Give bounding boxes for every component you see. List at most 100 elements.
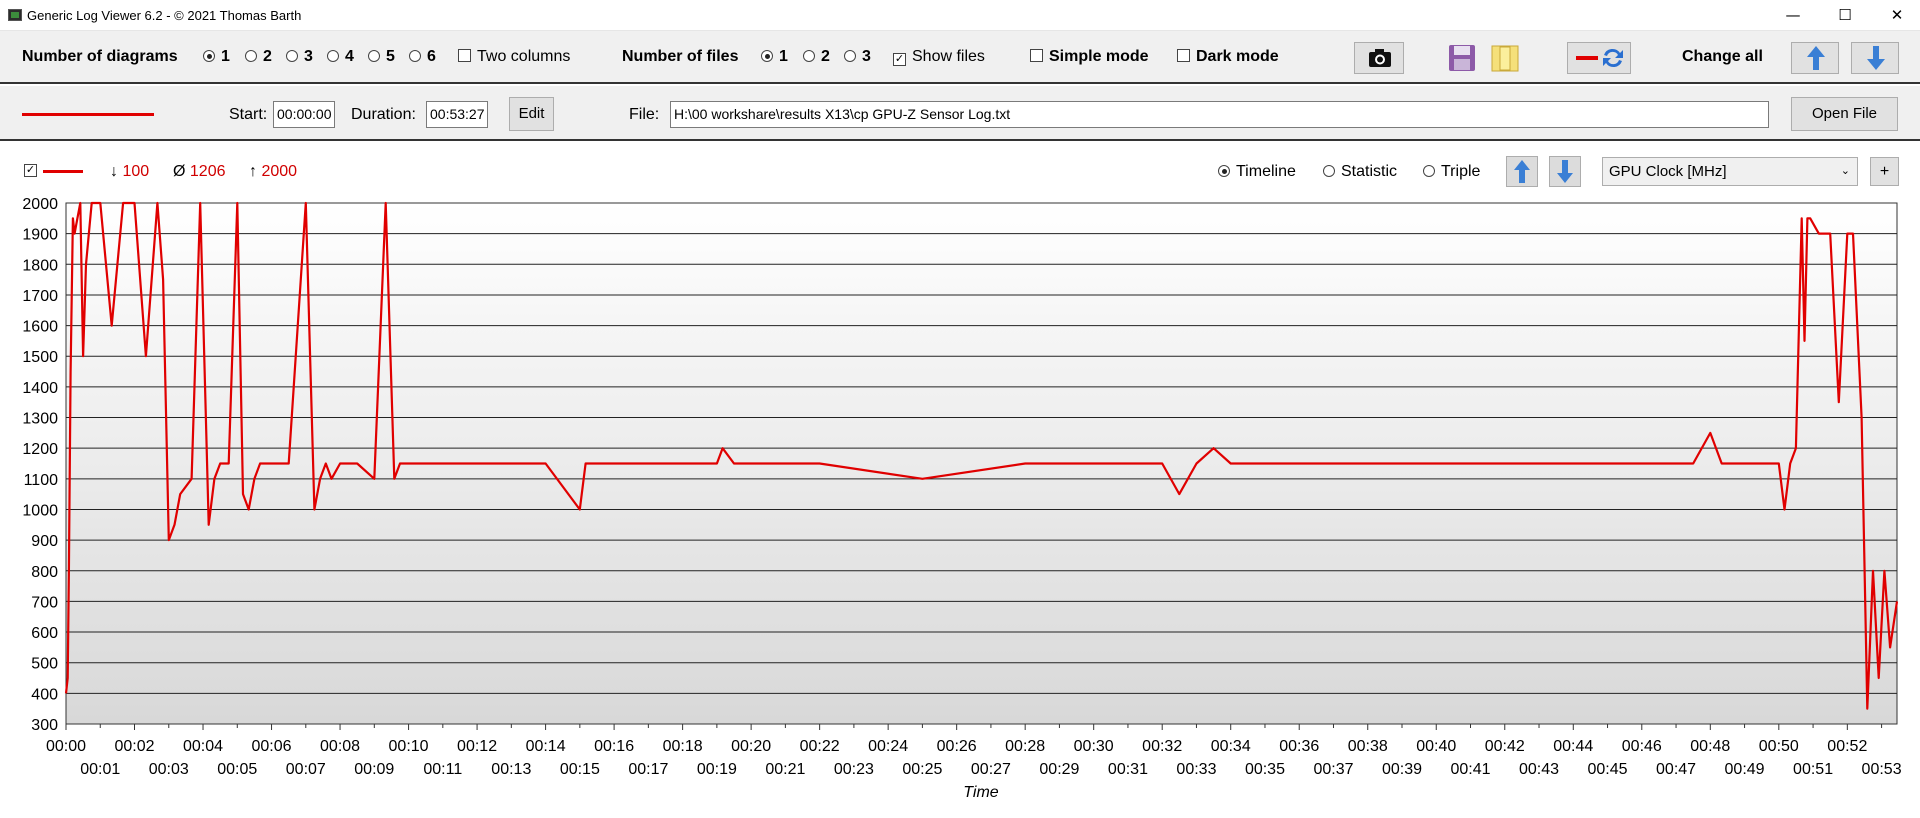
x-tick-label: 00:23 xyxy=(834,761,874,778)
y-tick-label: 900 xyxy=(31,533,58,550)
y-tick-label: 300 xyxy=(31,717,58,734)
minimize-button[interactable]: — xyxy=(1770,0,1816,31)
file-option-3[interactable]: 3 xyxy=(844,48,871,66)
x-tick-label: 00:32 xyxy=(1142,738,1182,755)
x-tick-label: 00:29 xyxy=(1039,761,1079,778)
screenshot-button[interactable] xyxy=(1354,42,1404,74)
move-up-button[interactable] xyxy=(1506,156,1538,187)
gpu-clock-series-line xyxy=(64,201,1899,710)
add-diagram-button[interactable]: + xyxy=(1870,157,1899,186)
sensor-select[interactable]: GPU Clock [MHz] ⌄ xyxy=(1602,157,1858,186)
radio-icon xyxy=(1423,165,1435,177)
y-tick-label: 1000 xyxy=(22,502,58,519)
arrow-up-icon xyxy=(1514,160,1530,183)
x-tick-label: 00:00 xyxy=(46,738,86,755)
x-tick-label: 00:11 xyxy=(423,761,462,778)
min-stat: ↓ 100 xyxy=(110,163,150,180)
x-tick-label: 00:41 xyxy=(1450,761,1490,778)
checkbox-icon xyxy=(1030,49,1043,62)
diagram-option-3[interactable]: 3 xyxy=(286,48,313,66)
close-button[interactable]: ✕ xyxy=(1874,0,1920,31)
x-tick-label: 00:46 xyxy=(1622,738,1662,755)
y-tick-label: 1500 xyxy=(22,349,58,366)
mode-statistic[interactable]: Statistic xyxy=(1323,163,1397,181)
open-file-button[interactable]: Open File xyxy=(1791,97,1898,131)
series-visible-checkbox[interactable]: ✓ xyxy=(24,164,37,177)
x-tick-label: 00:06 xyxy=(252,738,292,755)
x-tick-label: 00:22 xyxy=(800,738,840,755)
dark-mode-checkbox[interactable]: Dark mode xyxy=(1177,48,1279,66)
series-color-swatch[interactable] xyxy=(22,113,154,116)
x-tick-label: 00:52 xyxy=(1827,738,1867,755)
x-tick-label: 00:26 xyxy=(937,738,977,755)
radio-icon xyxy=(1323,165,1335,177)
file-path-input[interactable]: H:\00 workshare\results X13\cp GPU-Z Sen… xyxy=(670,101,1769,128)
move-up-all-button[interactable] xyxy=(1791,42,1839,74)
x-tick-label: 00:36 xyxy=(1279,738,1319,755)
radio-icon xyxy=(286,50,298,62)
mode-timeline[interactable]: Timeline xyxy=(1218,163,1296,181)
diagram-option-4[interactable]: 4 xyxy=(327,48,354,66)
file-option-1[interactable]: 1 xyxy=(761,48,788,66)
x-tick-label: 00:30 xyxy=(1074,738,1114,755)
y-tick-label: 1400 xyxy=(22,380,58,397)
y-tick-label: 1600 xyxy=(22,319,58,336)
diagram-option-5[interactable]: 5 xyxy=(368,48,395,66)
checkmark-icon: ✓ xyxy=(893,53,906,66)
change-all-label: Change all xyxy=(1682,48,1763,65)
plot-area xyxy=(65,202,1898,725)
x-tick-label: 00:16 xyxy=(594,738,634,755)
app-icon xyxy=(8,9,22,21)
avg-stat: Ø 1206 xyxy=(173,163,226,180)
floppy-icon xyxy=(1449,45,1475,71)
x-tick-label: 00:48 xyxy=(1690,738,1730,755)
x-tick-label: 00:37 xyxy=(1313,761,1353,778)
x-tick-label: 00:17 xyxy=(628,761,668,778)
diagram-option-2[interactable]: 2 xyxy=(245,48,272,66)
show-files-checkbox[interactable]: ✓ Show files xyxy=(893,48,985,66)
x-tick-label: 00:42 xyxy=(1485,738,1525,755)
move-down-button[interactable] xyxy=(1549,156,1581,187)
radio-icon xyxy=(327,50,339,62)
x-tick-label: 00:47 xyxy=(1656,761,1696,778)
refresh-icon xyxy=(1576,48,1623,68)
x-tick-label: 00:39 xyxy=(1382,761,1422,778)
y-tick-label: 2000 xyxy=(22,196,58,213)
two-columns-checkbox[interactable]: Two columns xyxy=(458,48,570,66)
start-label: Start: xyxy=(229,106,268,123)
radio-icon xyxy=(1218,165,1230,177)
x-tick-label: 00:27 xyxy=(971,761,1011,778)
maximize-button[interactable]: ☐ xyxy=(1822,0,1868,31)
move-down-all-button[interactable] xyxy=(1851,42,1899,74)
x-tick-label: 00:20 xyxy=(731,738,771,755)
sensor-select-value: GPU Clock [MHz] xyxy=(1609,163,1727,180)
x-axis-ticks: 00:00 00:02 00:04 00:06 00:08 00:10 00:12 00:14… xyxy=(46,724,1902,778)
x-tick-label: 00:25 xyxy=(902,761,942,778)
simple-mode-checkbox[interactable]: Simple mode xyxy=(1030,48,1149,66)
max-stat: ↑ 2000 xyxy=(249,163,298,180)
radio-icon xyxy=(368,50,380,62)
save-button[interactable] xyxy=(1447,43,1477,73)
radio-icon xyxy=(803,50,815,62)
file-option-2[interactable]: 2 xyxy=(803,48,830,66)
x-tick-label: 00:12 xyxy=(457,738,497,755)
diagram-option-6[interactable]: 6 xyxy=(409,48,436,66)
x-tick-label: 00:53 xyxy=(1862,761,1902,778)
x-tick-label: 00:07 xyxy=(286,761,326,778)
start-time-input[interactable]: 00:00:00 xyxy=(273,101,335,128)
x-tick-label: 00:24 xyxy=(868,738,908,755)
color-refresh-button[interactable] xyxy=(1567,42,1631,74)
edit-button[interactable]: Edit xyxy=(509,97,554,131)
mode-triple[interactable]: Triple xyxy=(1423,163,1480,181)
x-tick-label: 00:01 xyxy=(80,761,120,778)
chevron-down-icon: ⌄ xyxy=(1840,165,1850,177)
x-tick-label: 00:45 xyxy=(1588,761,1628,778)
y-tick-label: 500 xyxy=(31,656,58,673)
max-arrow-icon: ↑ xyxy=(249,163,257,180)
duration-input[interactable]: 00:53:27 xyxy=(426,101,488,128)
checkbox-icon xyxy=(458,49,471,62)
x-tick-label: 00:18 xyxy=(663,738,703,755)
open-folder-button[interactable] xyxy=(1490,43,1520,73)
x-tick-label: 00:51 xyxy=(1793,761,1833,778)
diagram-option-1[interactable]: 1 xyxy=(203,48,230,66)
